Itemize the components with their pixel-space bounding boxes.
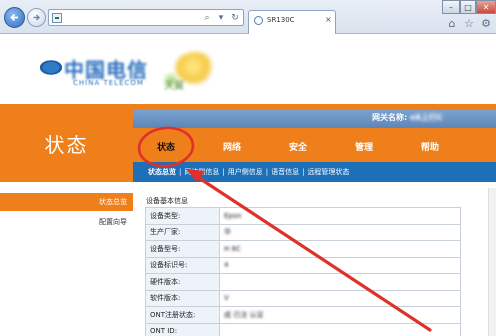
row-value: Epon: [219, 207, 461, 225]
table-row: 硬件版本:: [145, 273, 461, 291]
value-text: 华: [224, 228, 231, 237]
sidebar-item-config-wizard[interactable]: 配置向导: [0, 213, 133, 231]
gateway-name: 网关名称: e8上行C: [372, 112, 443, 123]
forward-icon: [33, 14, 40, 21]
row-label: ONT注册状态:: [145, 306, 220, 324]
table-row: 生产厂家: 华: [145, 223, 461, 241]
row-value: [219, 273, 461, 291]
row-value: V: [219, 289, 461, 307]
menu-status[interactable]: 状态: [133, 130, 199, 162]
menu-help[interactable]: 帮助: [397, 130, 463, 162]
page-scrollbar[interactable]: [488, 188, 496, 336]
row-label: 生产厂家:: [145, 223, 220, 241]
tab-close-button[interactable]: ×: [325, 15, 332, 24]
row-value: 4: [219, 256, 461, 274]
row-label: 设备类型:: [145, 207, 220, 225]
subnav-separator: |: [222, 168, 225, 176]
value-text: 成 已注 认证: [224, 310, 264, 319]
back-icon: [10, 13, 18, 22]
row-label: 硬件版本:: [145, 273, 220, 291]
subnav-remote-management[interactable]: 远程管理状态: [307, 167, 349, 177]
maximize-button[interactable]: □: [460, 0, 476, 14]
tab-page-icon: [254, 16, 263, 25]
value-text: H 8C: [224, 244, 241, 253]
address-input[interactable]: [66, 14, 96, 22]
row-value: 成 已注 认证: [219, 306, 461, 324]
menu-management[interactable]: 管理: [331, 130, 397, 162]
site-icon: [52, 13, 62, 23]
row-label: 设备标识号:: [145, 256, 220, 274]
minimize-button[interactable]: –: [442, 0, 460, 14]
value-text: 4: [224, 261, 229, 270]
page-title: 状态: [44, 132, 89, 157]
sub-menu: 状态总览 | 网络侧信息 | 用户侧信息 | 语音信息 | 远程管理状态: [148, 166, 349, 178]
device-info-table: 设备类型: Epon 生产厂家: 华 设备型号: H 8C 设备标识号: 4 硬…: [145, 207, 461, 336]
tianyi-logo-text: 天翼: [164, 81, 184, 92]
row-label: ONT ID:: [145, 322, 220, 336]
table-row: 设备型号: H 8C: [145, 240, 461, 258]
tab-title: SR130C: [267, 16, 295, 24]
china-telecom-logo-icon: [38, 59, 64, 76]
table-row: ONT注册状态: 成 已注 认证: [145, 306, 461, 324]
menu-network[interactable]: 网络: [199, 130, 265, 162]
row-value: 华: [219, 223, 461, 241]
subnav-network-info[interactable]: 网络侧信息: [184, 167, 219, 177]
table-row: 软件版本: V: [145, 289, 461, 307]
row-label: 软件版本:: [145, 289, 220, 307]
subnav-voice-info[interactable]: 语音信息: [271, 167, 299, 177]
row-label: 设备型号:: [145, 240, 220, 258]
menu-security[interactable]: 安全: [265, 130, 331, 162]
table-row: ONT ID:: [145, 322, 461, 336]
gateway-value: e8上行C: [410, 113, 443, 122]
settings-gear-icon[interactable]: ⚙: [479, 16, 493, 30]
subnav-status-overview[interactable]: 状态总览: [148, 167, 176, 177]
favorites-star-icon[interactable]: ☆: [462, 16, 476, 30]
search-icon[interactable]: ⌕: [201, 12, 213, 24]
row-value: H 8C: [219, 240, 461, 258]
back-button[interactable]: [4, 7, 25, 28]
row-value: [219, 322, 461, 336]
refresh-icon[interactable]: ↻: [229, 12, 241, 24]
sidebar-item-status-overview[interactable]: 状态总览: [0, 193, 133, 211]
forward-button[interactable]: [27, 8, 46, 27]
browser-tab[interactable]: SR130C ×: [248, 10, 336, 34]
address-bar[interactable]: ⌕ ▾ ↻: [48, 9, 244, 26]
table-row: 设备标识号: 4: [145, 256, 461, 274]
section-title: 设备基本信息: [146, 197, 188, 205]
subnav-separator: |: [265, 168, 269, 176]
close-button[interactable]: ✕: [476, 0, 496, 14]
subnav-user-info[interactable]: 用户侧信息: [228, 167, 263, 177]
dropdown-icon[interactable]: ▾: [215, 12, 227, 24]
gateway-label: 网关名称:: [372, 113, 408, 122]
table-row: 设备类型: Epon: [145, 207, 461, 225]
logo-subtext: CHINA TELECOM: [73, 79, 144, 87]
value-text: Epon: [224, 211, 242, 220]
browser-toolbar: ⌕ ▾ ↻ SR130C × – □ ✕ ⌂ ☆ ⚙: [0, 0, 496, 34]
home-icon[interactable]: ⌂: [445, 16, 459, 30]
subnav-separator: |: [179, 168, 182, 176]
subnav-separator: |: [302, 168, 305, 176]
value-text: V: [224, 294, 229, 303]
